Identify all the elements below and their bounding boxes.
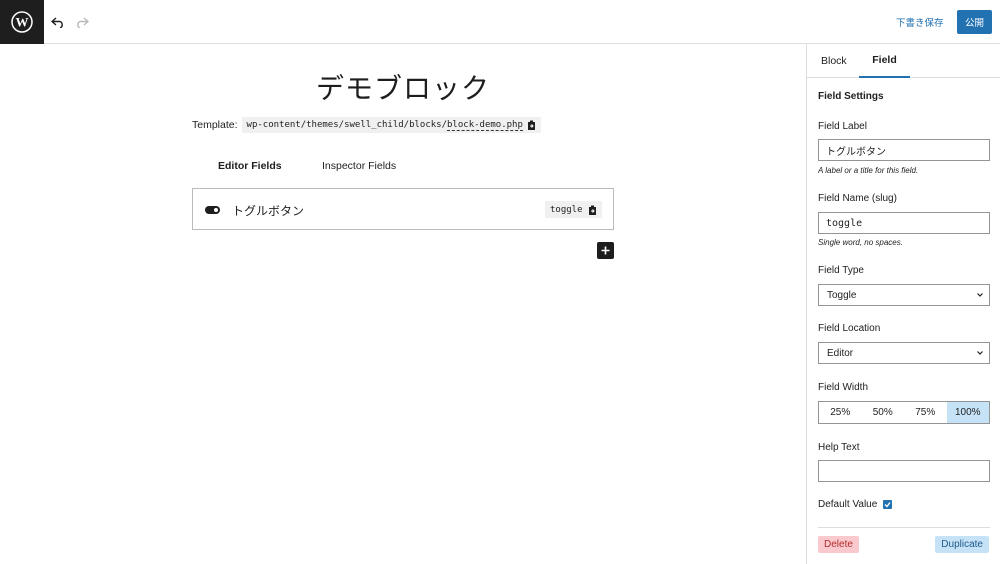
- field-location-select[interactable]: Editor: [818, 342, 990, 364]
- top-toolbar: W 下書き保存 公開: [0, 0, 1000, 44]
- field-type-label: Field Type: [818, 265, 864, 276]
- width-option-100[interactable]: 100%: [946, 402, 989, 423]
- template-file-link[interactable]: block-demo.php: [447, 120, 523, 131]
- field-type-value: Toggle: [827, 289, 857, 301]
- editor-canvas: デモブロック Template: wp-content/themes/swell…: [0, 45, 806, 564]
- publish-button[interactable]: 公開: [957, 10, 992, 34]
- checkmark-icon: [884, 502, 891, 508]
- redo-icon[interactable]: [72, 12, 92, 32]
- plus-icon: [601, 246, 610, 255]
- width-option-50[interactable]: 50%: [862, 402, 905, 423]
- field-card-label: トグルボタン: [232, 204, 305, 218]
- chevron-down-icon: [977, 351, 983, 355]
- undo-icon[interactable]: [48, 12, 68, 32]
- chevron-down-icon: [977, 293, 983, 297]
- default-value-label: Default Value: [818, 499, 878, 510]
- width-option-25[interactable]: 25%: [819, 402, 862, 423]
- default-value-row: Default Value: [818, 499, 893, 510]
- template-row: Template: wp-content/themes/swell_child/…: [192, 117, 541, 133]
- field-type-select[interactable]: Toggle: [818, 284, 990, 306]
- field-settings-heading: Field Settings: [818, 91, 884, 102]
- field-name-label: Field Name (slug): [818, 193, 897, 204]
- field-slug-chip: toggle: [545, 201, 602, 218]
- field-tabs: Editor Fields Inspector Fields: [192, 160, 614, 180]
- delete-button[interactable]: Delete: [818, 536, 859, 553]
- template-path: wp-content/themes/swell_child/blocks/blo…: [241, 117, 541, 133]
- field-width-label: Field Width: [818, 382, 869, 393]
- field-label-label: Field Label: [818, 121, 867, 132]
- width-option-75[interactable]: 75%: [904, 402, 947, 423]
- template-path-prefix: wp-content/themes/swell_child/blocks/: [246, 120, 448, 130]
- help-text-label: Help Text: [818, 442, 860, 453]
- field-label-help: A label or a title for this field.: [818, 166, 919, 175]
- tab-editor-fields[interactable]: Editor Fields: [218, 160, 282, 172]
- tab-block[interactable]: Block: [821, 55, 847, 67]
- divider: [818, 527, 990, 528]
- wordpress-logo-icon[interactable]: W: [0, 0, 44, 44]
- field-card[interactable]: トグルボタン toggle: [192, 188, 614, 230]
- field-name-help: Single word, no spaces.: [818, 238, 903, 247]
- duplicate-button[interactable]: Duplicate: [935, 536, 989, 553]
- field-label-input[interactable]: トグルボタン: [818, 139, 990, 161]
- copy-icon[interactable]: [588, 205, 597, 215]
- copy-icon[interactable]: [527, 120, 536, 130]
- field-location-label: Field Location: [818, 323, 881, 334]
- save-draft-button[interactable]: 下書き保存: [896, 15, 944, 29]
- toggle-icon: [205, 206, 220, 214]
- field-name-input[interactable]: toggle: [818, 212, 990, 234]
- tab-field[interactable]: Field: [859, 44, 910, 78]
- add-field-button[interactable]: [597, 242, 614, 259]
- help-text-input[interactable]: [818, 460, 990, 482]
- settings-sidebar: Block Field Field Settings Field Label ト…: [806, 44, 1000, 564]
- default-value-checkbox[interactable]: [883, 500, 893, 509]
- field-slug: toggle: [550, 204, 583, 215]
- svg-text:W: W: [16, 15, 29, 30]
- field-width-group: 25% 50% 75% 100%: [818, 401, 990, 424]
- page-title[interactable]: デモブロック: [0, 67, 806, 107]
- field-location-value: Editor: [827, 347, 854, 359]
- tab-inspector-fields[interactable]: Inspector Fields: [322, 160, 396, 172]
- sidebar-tabs: Block Field: [807, 44, 1000, 78]
- template-label: Template:: [192, 119, 238, 131]
